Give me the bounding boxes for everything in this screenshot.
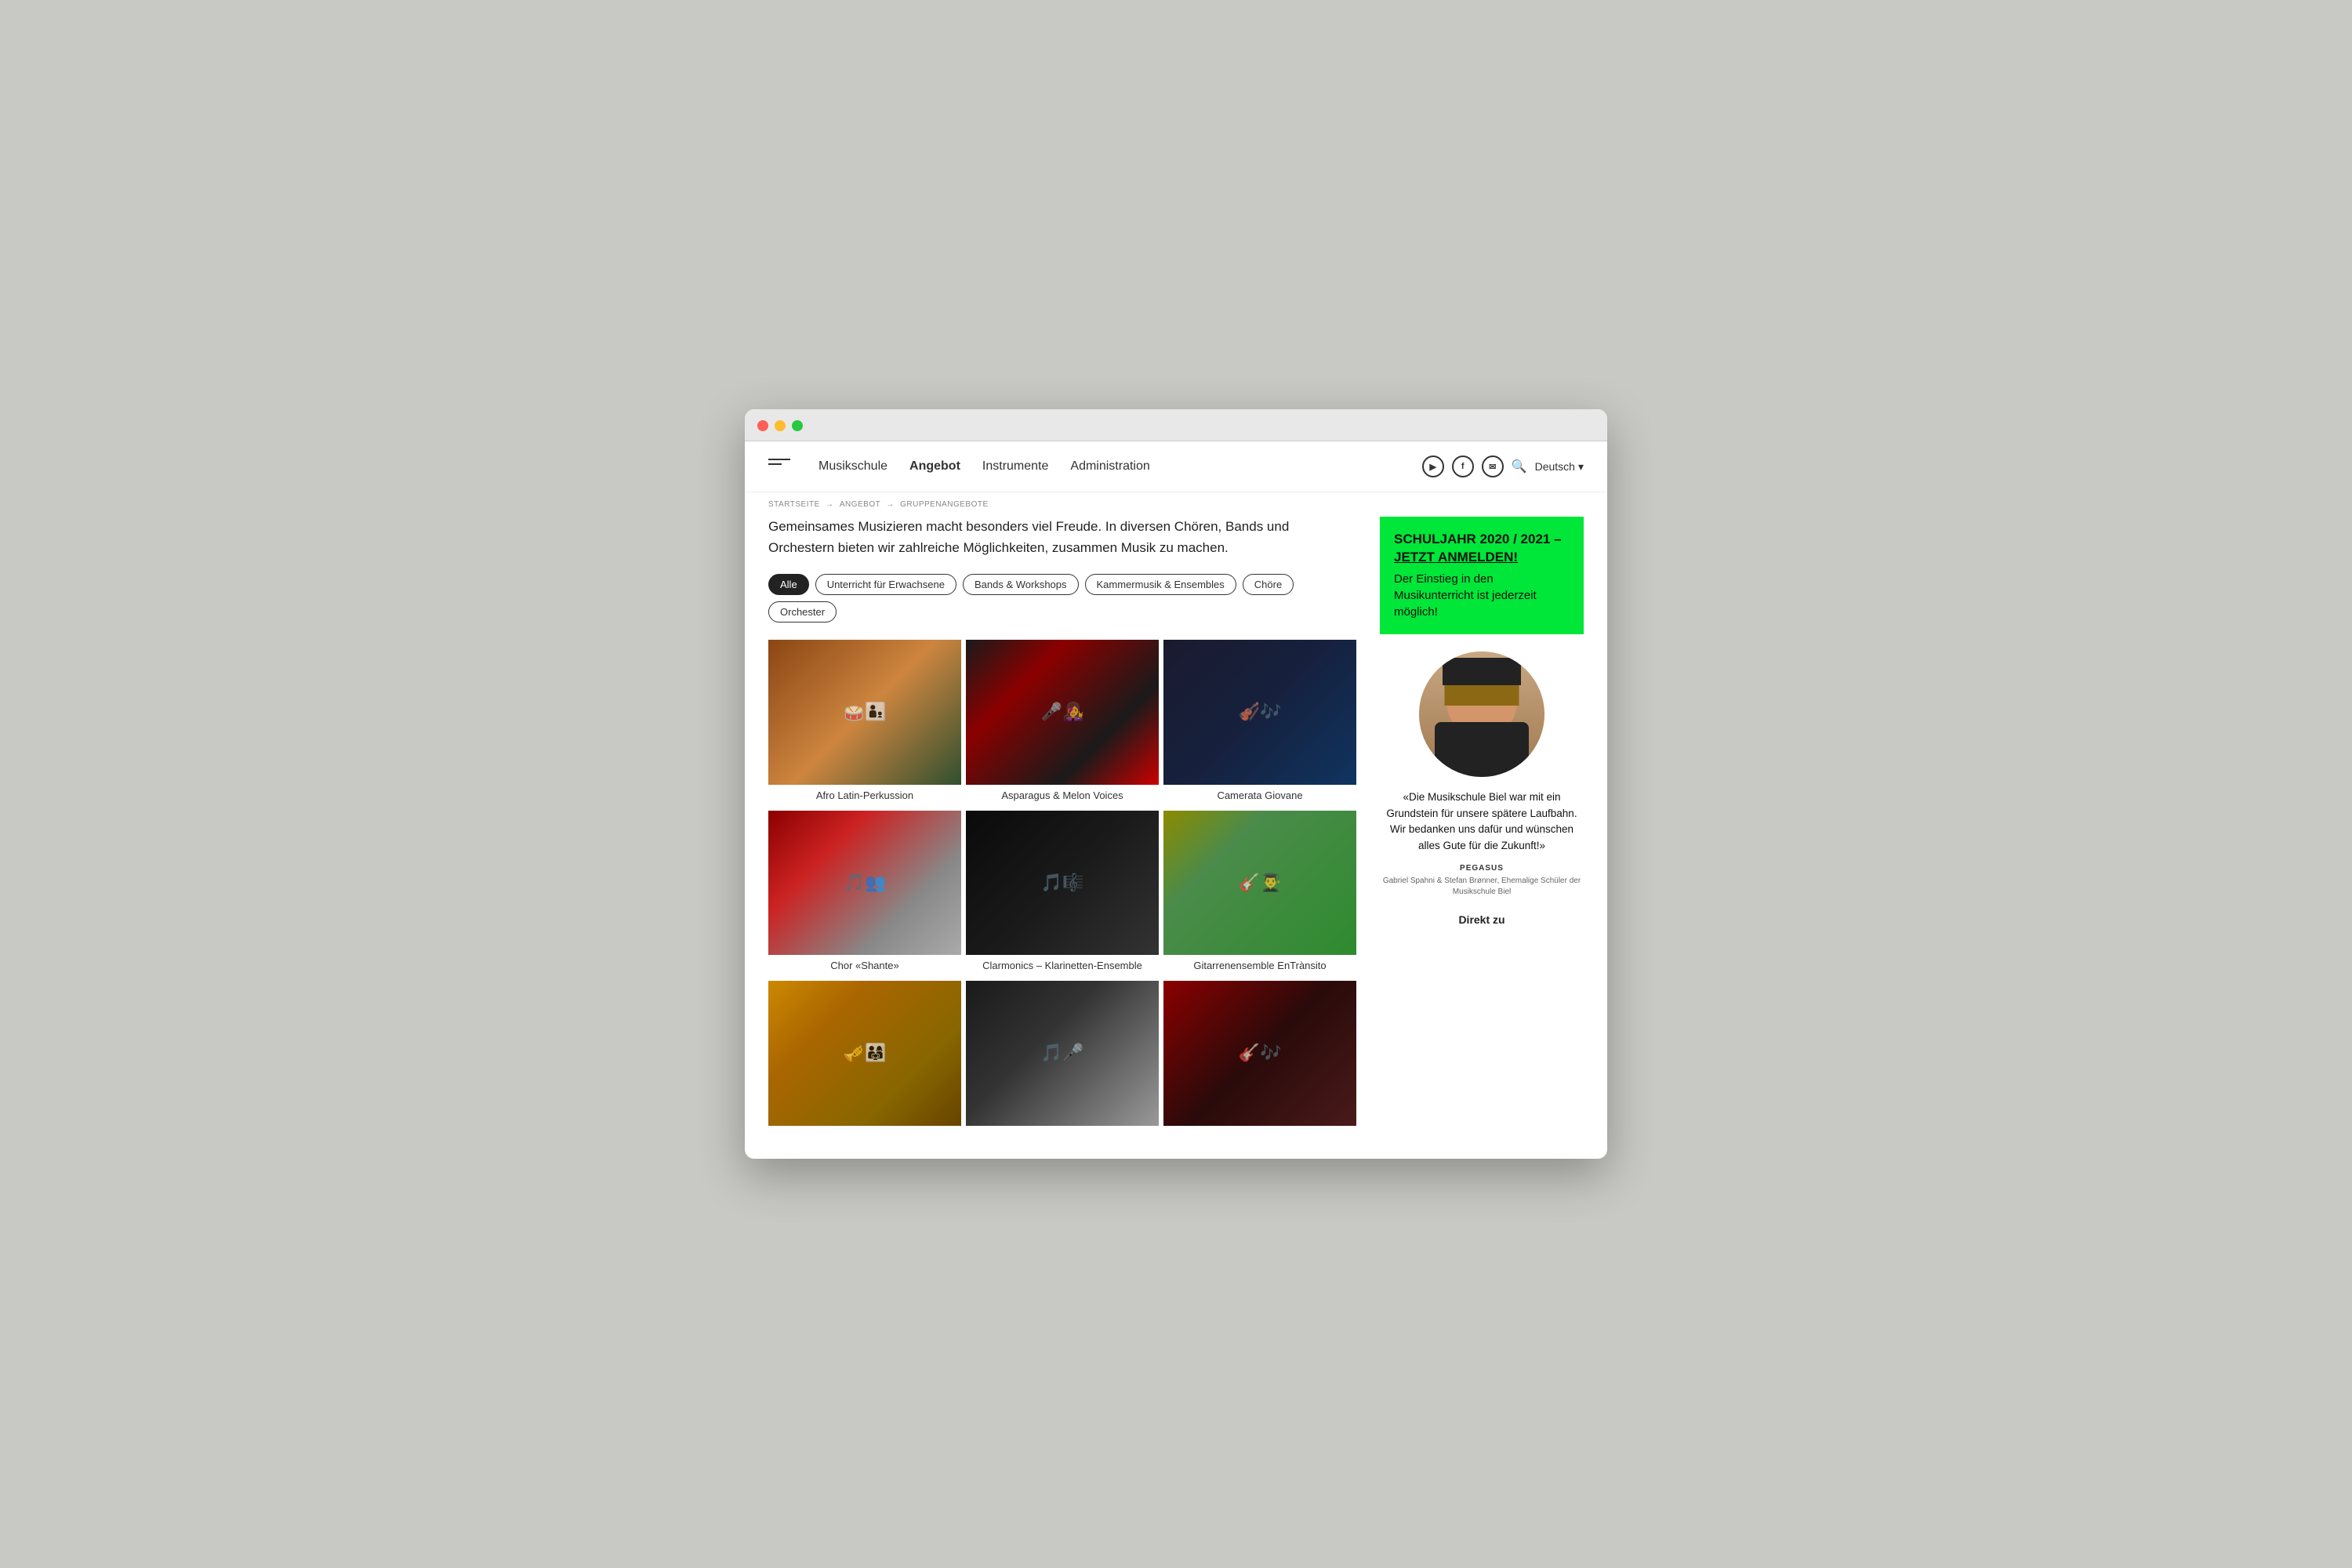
filter-kammermusik[interactable]: Kammermusik & Ensembles <box>1085 574 1236 595</box>
logo[interactable] <box>768 459 795 474</box>
youtube-icon[interactable]: ▶ <box>1422 456 1444 477</box>
grid-item-asparagus[interactable]: 🎤👩‍🎤 Asparagus & Melon Voices <box>966 640 1159 806</box>
close-button[interactable] <box>757 420 768 431</box>
browser-window: Musikschule Angebot Instrumente Administ… <box>745 409 1607 1158</box>
grid-image-row3a: 🎺👨‍👩‍👧 <box>768 981 961 1126</box>
filter-alle[interactable]: Alle <box>768 574 809 595</box>
grid-image-clarmonics: 🎵🎼 <box>966 811 1159 956</box>
promo-cta: JETZT ANMELDEN! <box>1394 550 1518 564</box>
site-header: Musikschule Angebot Instrumente Administ… <box>745 441 1607 492</box>
breadcrumb-item-3: GRUPPENANGEBOTE <box>900 500 989 509</box>
chevron-down-icon: ▾ <box>1578 460 1584 474</box>
nav-administration[interactable]: Administration <box>1070 459 1149 474</box>
quote-sub: Gabriel Spahni & Stefan Brønner, Ehemali… <box>1380 876 1584 898</box>
main-container: Gemeinsames Musizieren macht besonders v… <box>745 517 1607 1158</box>
grid-item-afro[interactable]: 🥁👨‍👦 Afro Latin-Perkussion <box>768 640 961 806</box>
avatar <box>1419 652 1544 777</box>
grid-caption-asparagus: Asparagus & Melon Voices <box>966 785 1159 806</box>
breadcrumb: STARTSEITE → ANGEBOT → GRUPPENANGEBOTE <box>745 492 1607 517</box>
grid-item-camerata[interactable]: 🎻🎶 Camerata Giovane <box>1163 640 1356 806</box>
nav-instrumente[interactable]: Instrumente <box>982 459 1048 474</box>
nav-angebot[interactable]: Angebot <box>909 459 960 474</box>
content-area: Gemeinsames Musizieren macht besonders v… <box>768 517 1356 1134</box>
quote-author: PEGASUS <box>1380 864 1584 873</box>
filter-pills: Alle Unterricht für Erwachsene Bands & W… <box>768 574 1356 622</box>
grid-caption-chor: Chor «Shante» <box>768 955 961 976</box>
grid-item-chor[interactable]: 🎵👥 Chor «Shante» <box>768 811 961 977</box>
grid-item-row3a[interactable]: 🎺👨‍👩‍👧 <box>768 981 961 1135</box>
facebook-icon[interactable]: f <box>1452 456 1474 477</box>
quote-text: «Die Musikschule Biel war mit ein Grunds… <box>1380 789 1584 855</box>
image-grid: 🥁👨‍👦 Afro Latin-Perkussion 🎤👩‍🎤 Asparagu… <box>768 640 1356 1135</box>
grid-image-chor: 🎵👥 <box>768 811 961 956</box>
breadcrumb-arrow-1: → <box>826 500 837 509</box>
direkt-zu-label: Direkt zu <box>1380 913 1584 926</box>
filter-bands-workshops[interactable]: Bands & Workshops <box>963 574 1079 595</box>
filter-choere[interactable]: Chöre <box>1243 574 1294 595</box>
filter-erwachsene[interactable]: Unterricht für Erwachsene <box>815 574 956 595</box>
grid-caption-row3a <box>768 1126 961 1135</box>
logo-line-1 <box>768 459 790 460</box>
grid-item-row3b[interactable]: 🎵🎤 <box>966 981 1159 1135</box>
email-icon[interactable]: ✉ <box>1482 456 1504 477</box>
grid-caption-row3c <box>1163 1126 1356 1135</box>
grid-image-afro: 🥁👨‍👦 <box>768 640 961 785</box>
traffic-lights <box>757 420 1595 431</box>
browser-chrome <box>745 409 1607 441</box>
avatar-body <box>1435 722 1529 777</box>
breadcrumb-arrow-2: → <box>886 500 897 509</box>
grid-caption-afro: Afro Latin-Perkussion <box>768 785 961 806</box>
testimonial-block: «Die Musikschule Biel war mit ein Grunds… <box>1380 652 1584 927</box>
grid-image-camerata: 🎻🎶 <box>1163 640 1356 785</box>
language-selector[interactable]: Deutsch ▾ <box>1535 460 1584 474</box>
grid-item-clarmonics[interactable]: 🎵🎼 Clarmonics – Klarinetten-Ensemble <box>966 811 1159 977</box>
filter-orchester[interactable]: Orchester <box>768 601 837 622</box>
header-right: ▶ f ✉ 🔍 Deutsch ▾ <box>1422 456 1584 477</box>
grid-item-row3c[interactable]: 🎸🎶 <box>1163 981 1356 1135</box>
grid-image-gitarren: 🎸👨‍🎓 <box>1163 811 1356 956</box>
grid-image-row3b: 🎵🎤 <box>966 981 1159 1126</box>
language-label: Deutsch <box>1535 460 1575 473</box>
search-icon[interactable]: 🔍 <box>1512 459 1527 474</box>
grid-caption-gitarren: Gitarrenensemble EnTrànsito <box>1163 955 1356 976</box>
breadcrumb-item-1[interactable]: STARTSEITE <box>768 500 820 509</box>
logo-line-2 <box>768 463 782 465</box>
grid-caption-row3b <box>966 1126 1159 1135</box>
avatar-person <box>1419 652 1544 777</box>
promo-title: SCHULJAHR 2020 / 2021 – JETZT ANMELDEN! <box>1394 531 1570 565</box>
avatar-hat <box>1443 658 1521 685</box>
promo-subtitle: Der Einstieg in den Musikunterricht ist … <box>1394 571 1570 620</box>
grid-item-gitarren[interactable]: 🎸👨‍🎓 Gitarrenensemble EnTrànsito <box>1163 811 1356 977</box>
grid-caption-clarmonics: Clarmonics – Klarinetten-Ensemble <box>966 955 1159 976</box>
nav-musikschule[interactable]: Musikschule <box>818 459 887 474</box>
grid-caption-camerata: Camerata Giovane <box>1163 785 1356 806</box>
minimize-button[interactable] <box>775 420 786 431</box>
grid-image-row3c: 🎸🎶 <box>1163 981 1356 1126</box>
maximize-button[interactable] <box>792 420 803 431</box>
promo-box[interactable]: SCHULJAHR 2020 / 2021 – JETZT ANMELDEN! … <box>1380 517 1584 633</box>
logo-icon <box>768 459 790 474</box>
main-nav: Musikschule Angebot Instrumente Administ… <box>818 459 1422 474</box>
breadcrumb-item-2[interactable]: ANGEBOT <box>840 500 880 509</box>
page-intro: Gemeinsames Musizieren macht besonders v… <box>768 517 1333 558</box>
sidebar: SCHULJAHR 2020 / 2021 – JETZT ANMELDEN! … <box>1380 517 1584 1134</box>
grid-image-asparagus: 🎤👩‍🎤 <box>966 640 1159 785</box>
